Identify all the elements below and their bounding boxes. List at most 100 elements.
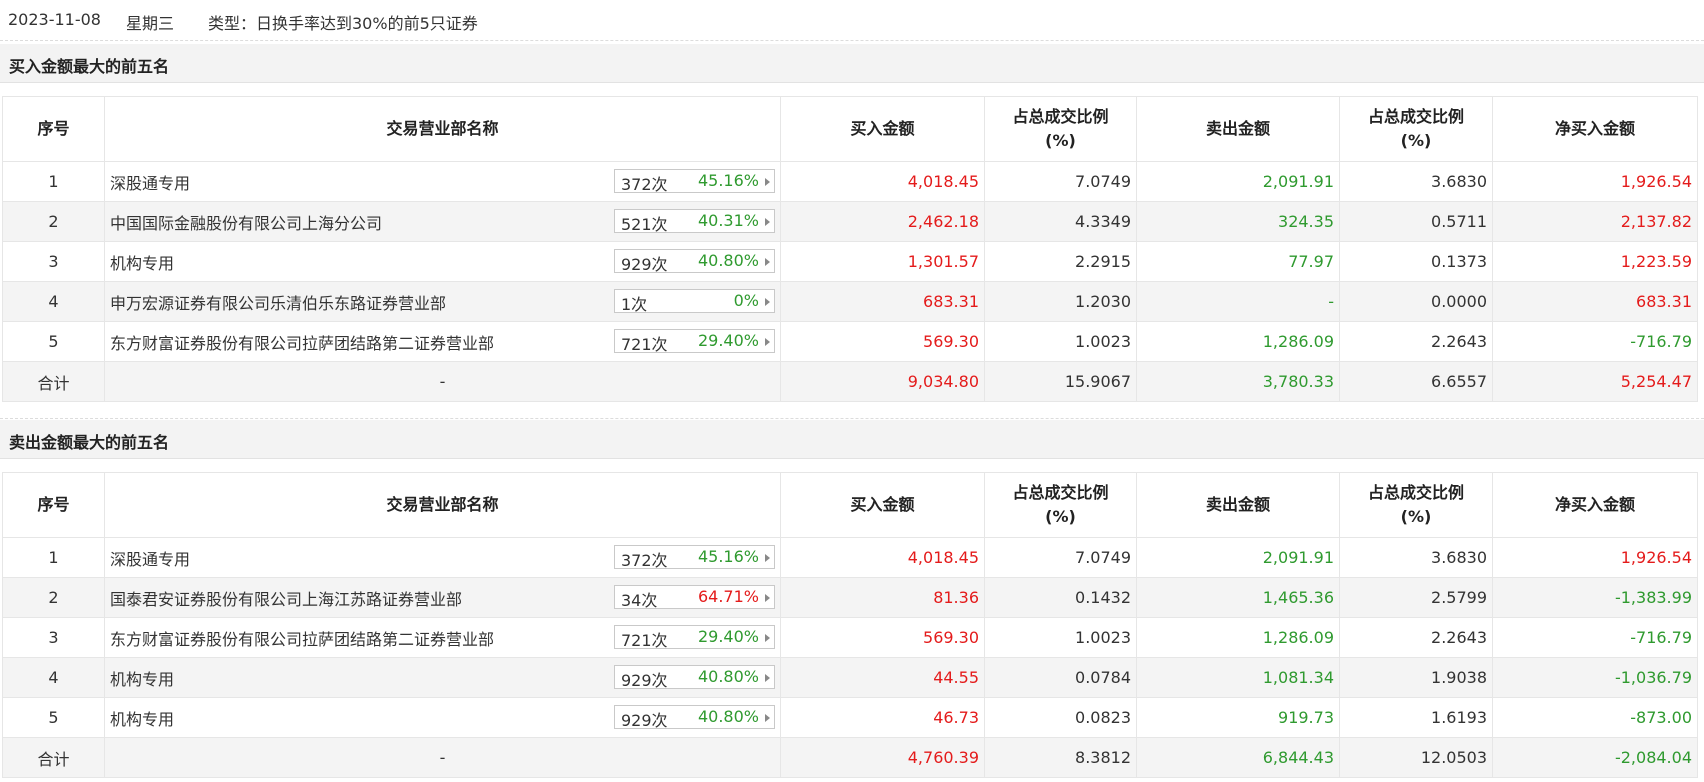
branch-stats-dropdown[interactable]: 929次 40.80% (614, 249, 775, 274)
net-buy-amount: -716.79 (1492, 617, 1698, 658)
col-sell-ratio: 占总成交比例 (%) (1339, 472, 1493, 538)
buy-section-title: 买入金额最大的前五名 (9, 57, 170, 76)
win-rate: 40.80% (697, 251, 759, 270)
sell-amount: 77.97 (1136, 241, 1340, 282)
sell-amount: 1,081.34 (1136, 657, 1340, 698)
table-row: 5 东方财富证券股份有限公司拉萨团结路第二证券营业部 721次 29.40% 569.3… (2, 321, 1698, 362)
total-name-placeholder: - (104, 737, 781, 778)
buy-amount: 4,018.45 (780, 537, 985, 578)
caret-right-icon (765, 178, 770, 186)
row-seq: 4 (2, 657, 105, 698)
total-buy-ratio: 8.3812 (984, 737, 1137, 778)
branch-stats-dropdown[interactable]: 929次 40.80% (614, 705, 775, 730)
branch-name-link[interactable]: 深股通专用 (110, 170, 190, 194)
branch-name-cell: 机构专用 929次 40.80% (104, 241, 781, 282)
table-row: 1 深股通专用 372次 45.16% 4,018.45 7.0749 2,091.91 3.… (2, 537, 1698, 578)
col-buy-amount: 买入金额 (780, 472, 985, 538)
branch-stats-dropdown[interactable]: 521次 40.31% (614, 209, 775, 234)
branch-stats-dropdown[interactable]: 721次 29.40% (614, 625, 775, 650)
total-sell-amount: 3,780.33 (1136, 361, 1340, 402)
caret-right-icon (765, 594, 770, 602)
table-row: 5 机构专用 929次 40.80% 46.73 0.0823 919.73 1.6193 -8… (2, 697, 1698, 738)
sell-section-header: 卖出金额最大的前五名 (0, 420, 1704, 459)
branch-name-link[interactable]: 申万宏源证券有限公司乐清伯乐东路证券营业部 (110, 290, 446, 314)
listing-count: 372次 (621, 175, 668, 194)
net-buy-amount: 2,137.82 (1492, 201, 1698, 242)
caret-right-icon (765, 714, 770, 722)
branch-stats-dropdown[interactable]: 929次 40.80% (614, 665, 775, 690)
sell-ratio: 0.0000 (1339, 281, 1493, 322)
branch-name-cell: 东方财富证券股份有限公司拉萨团结路第二证券营业部 721次 29.40% (104, 617, 781, 658)
total-label: 合计 (2, 737, 105, 778)
branch-name-link[interactable]: 东方财富证券股份有限公司拉萨团结路第二证券营业部 (110, 330, 494, 354)
table-row: 1 深股通专用 372次 45.16% 4,018.45 7.0749 2,091.91 3.… (2, 161, 1698, 202)
branch-name-cell: 机构专用 929次 40.80% (104, 697, 781, 738)
total-buy-amount: 9,034.80 (780, 361, 985, 402)
branch-name-link[interactable]: 中国国际金融股份有限公司上海分公司 (110, 210, 382, 234)
row-seq: 3 (2, 241, 105, 282)
buy-amount: 683.31 (780, 281, 985, 322)
listing-count: 929次 (621, 671, 668, 690)
row-seq: 2 (2, 201, 105, 242)
caret-right-icon (765, 258, 770, 266)
branch-name-link[interactable]: 国泰君安证券股份有限公司上海江苏路证券营业部 (110, 586, 462, 610)
net-buy-amount: -1,383.99 (1492, 577, 1698, 618)
buy-amount: 44.55 (780, 657, 985, 698)
sell-ratio: 2.2643 (1339, 617, 1493, 658)
buy-ratio: 1.0023 (984, 617, 1137, 658)
branch-name-link[interactable]: 机构专用 (110, 666, 174, 690)
table-header-row: 序号 交易营业部名称 买入金额 占总成交比例 (%) 卖出金额 占总成交比例 (%)… (2, 96, 1698, 162)
win-rate: 45.16% (697, 547, 759, 566)
branch-name-link[interactable]: 机构专用 (110, 250, 174, 274)
col-branch-name: 交易营业部名称 (104, 96, 781, 162)
branch-stats-dropdown[interactable]: 372次 45.16% (614, 169, 775, 194)
branch-stats-dropdown[interactable]: 34次 64.71% (614, 585, 775, 610)
list-type: 类型：日换手率达到30%的前5只证券 (208, 14, 478, 33)
sell-ratio: 0.5711 (1339, 201, 1493, 242)
branch-name-link[interactable]: 东方财富证券股份有限公司拉萨团结路第二证券营业部 (110, 626, 494, 650)
sell-section-title: 卖出金额最大的前五名 (9, 433, 170, 452)
top-info-bar: 2023-11-08 星期三 类型：日换手率达到30%的前5只证券 (0, 0, 1704, 41)
col-net-buy: 净买入金额 (1492, 96, 1698, 162)
win-rate: 40.80% (697, 667, 759, 686)
total-row: 合计 -9,034.80 15.9067 3,780.33 6.6557 5,254.47 (2, 361, 1698, 402)
weekday: 星期三 (126, 14, 175, 33)
table-row: 4 机构专用 929次 40.80% 44.55 0.0784 1,081.34 1.9038… (2, 657, 1698, 698)
buy-ratio: 1.0023 (984, 321, 1137, 362)
col-buy-ratio: 占总成交比例 (%) (984, 96, 1137, 162)
branch-name-cell: 深股通专用 372次 45.16% (104, 537, 781, 578)
listing-count: 929次 (621, 255, 668, 274)
sell-ratio: 1.9038 (1339, 657, 1493, 698)
sell-amount: 1,286.09 (1136, 617, 1340, 658)
branch-stats-dropdown[interactable]: 1次 0% (614, 289, 775, 314)
buy-ratio: 7.0749 (984, 161, 1137, 202)
caret-right-icon (765, 634, 770, 642)
buy-ratio: 4.3349 (984, 201, 1137, 242)
col-sell-amount: 卖出金额 (1136, 472, 1340, 538)
col-buy-ratio: 占总成交比例 (%) (984, 472, 1137, 538)
branch-name-cell: 国泰君安证券股份有限公司上海江苏路证券营业部 34次 64.71% (104, 577, 781, 618)
branch-name-cell: 中国国际金融股份有限公司上海分公司 521次 40.31% (104, 201, 781, 242)
caret-right-icon (765, 218, 770, 226)
table-row: 4 申万宏源证券有限公司乐清伯乐东路证券营业部 1次 0% 683.31 1.2030-0… (2, 281, 1698, 322)
branch-name-link[interactable]: 深股通专用 (110, 546, 190, 570)
buy-ratio: 0.0823 (984, 697, 1137, 738)
net-buy-amount: 1,926.54 (1492, 537, 1698, 578)
row-seq: 1 (2, 537, 105, 578)
net-buy-amount: -716.79 (1492, 321, 1698, 362)
row-seq: 1 (2, 161, 105, 202)
total-net-buy: -2,084.04 (1492, 737, 1698, 778)
branch-name-link[interactable]: 机构专用 (110, 706, 174, 730)
buy-ratio: 0.1432 (984, 577, 1137, 618)
branch-stats-dropdown[interactable]: 721次 29.40% (614, 329, 775, 354)
row-seq: 3 (2, 617, 105, 658)
table-row: 2 中国国际金融股份有限公司上海分公司 521次 40.31% 2,462.18 4.33… (2, 201, 1698, 242)
buy-ratio: 0.0784 (984, 657, 1137, 698)
win-rate: 29.40% (697, 627, 759, 646)
listing-count: 372次 (621, 551, 668, 570)
branch-stats-dropdown[interactable]: 372次 45.16% (614, 545, 775, 570)
caret-right-icon (765, 338, 770, 346)
table-row: 3 机构专用 929次 40.80% 1,301.57 2.2915 77.97 0.1373… (2, 241, 1698, 282)
sell-top5-table: 序号 交易营业部名称 买入金额 占总成交比例 (%) 卖出金额 占总成交比例 (%)… (2, 472, 1698, 778)
buy-amount: 1,301.57 (780, 241, 985, 282)
